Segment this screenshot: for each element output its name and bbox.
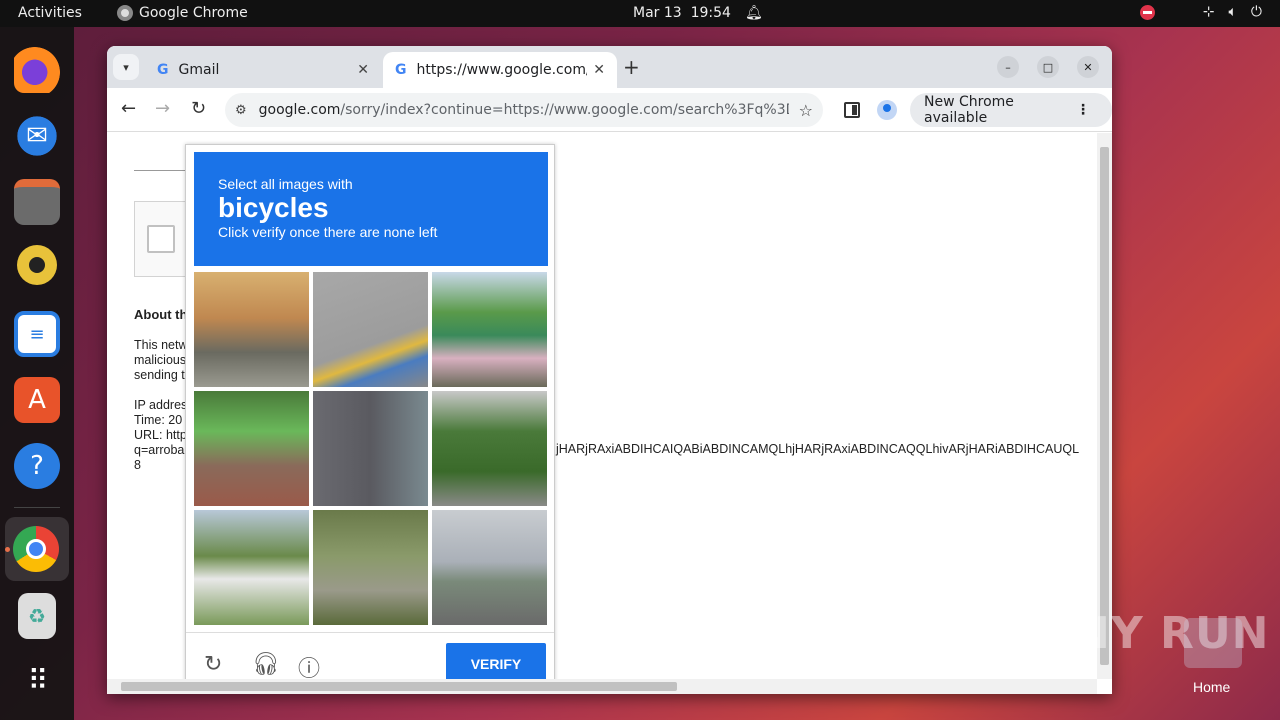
running-indicator (5, 547, 10, 552)
do-not-disturb-icon (1139, 4, 1155, 20)
writer-icon[interactable]: ≡ (14, 311, 60, 357)
tab-strip: ▾ G Gmail ✕ G https://www.google.com/sor… (107, 46, 1112, 88)
firefox-icon[interactable] (14, 47, 60, 93)
maximize-button[interactable]: □ (1037, 56, 1059, 78)
url-host: google.com (258, 102, 341, 118)
show-apps-icon[interactable]: ⠿ (14, 657, 60, 703)
home-folder-icon[interactable] (1184, 618, 1242, 668)
minimize-button[interactable]: – (997, 56, 1019, 78)
date: Mar 13 (633, 5, 682, 21)
app-menu[interactable]: Google Chrome (117, 5, 248, 21)
image-tile[interactable] (432, 272, 547, 387)
url-path: /sorry/index?continue=https://www.google… (340, 102, 789, 118)
forward-button[interactable]: → (155, 98, 170, 119)
toolbar: ← → ↻ ⚙ google.com/sorry/index?continue=… (107, 88, 1112, 132)
top-bar: Activities Google Chrome Mar 13 19:54 🔔︎… (0, 0, 1280, 27)
files-icon[interactable] (14, 179, 60, 225)
image-tile[interactable] (313, 510, 428, 625)
image-grid (194, 272, 548, 626)
site-info-icon[interactable]: ⚙ (235, 103, 247, 118)
chrome-window: ▾ G Gmail ✕ G https://www.google.com/sor… (107, 46, 1112, 694)
recaptcha-challenge: Select all images with bicycles Click ve… (185, 144, 555, 685)
app-center-icon[interactable]: A (14, 377, 60, 423)
close-icon[interactable]: ✕ (357, 62, 369, 78)
google-favicon-icon: G (395, 62, 407, 78)
reload-button[interactable]: ↻ (191, 98, 206, 119)
dock: ✉ ≡ A ? ♻ ⠿ (0, 27, 74, 720)
vertical-scrollbar[interactable] (1097, 133, 1112, 679)
challenge-footer: ↻ 🎧︎ ⓘ VERIFY (186, 632, 554, 685)
tab-gmail[interactable]: G Gmail ✕ (145, 52, 381, 88)
address-bar[interactable]: ⚙ google.com/sorry/index?continue=https:… (225, 93, 823, 127)
system-tray[interactable]: ⊹ 🔈︎ ⏻ (1139, 4, 1262, 20)
trash-icon[interactable]: ♻ (18, 593, 56, 639)
reload-challenge-icon[interactable]: ↻ (204, 651, 222, 677)
image-tile[interactable] (313, 272, 428, 387)
power-icon: ⏻ (1250, 4, 1262, 20)
page-content: About th This netw malicious sending t I… (107, 133, 1097, 685)
close-icon[interactable]: ✕ (593, 62, 605, 78)
image-tile[interactable] (194, 272, 309, 387)
home-label: Home (1193, 679, 1231, 695)
audio-challenge-icon[interactable]: 🎧︎ (252, 651, 280, 677)
tab-search-button[interactable]: ▾ (113, 54, 139, 80)
image-tile[interactable] (313, 391, 428, 506)
long-url-text: jHARjRAxiABDIHCAIQABiABDINCAMQLhjHARjRAx… (556, 442, 1080, 456)
app-name: Google Chrome (139, 5, 248, 21)
image-tile[interactable] (194, 510, 309, 625)
rhythmbox-icon[interactable] (17, 245, 57, 285)
time: 19:54 (690, 5, 731, 21)
volume-icon: 🔈︎ (1228, 4, 1237, 20)
image-tile[interactable] (432, 391, 547, 506)
recaptcha-checkbox[interactable] (147, 225, 175, 253)
image-tile[interactable] (194, 391, 309, 506)
help-icon[interactable]: ? (14, 443, 60, 489)
chrome-icon[interactable] (13, 526, 59, 572)
google-favicon-icon: G (157, 62, 169, 78)
network-icon: ⊹ (1202, 4, 1215, 20)
image-tile[interactable] (432, 510, 547, 625)
thunderbird-icon[interactable]: ✉ (14, 113, 60, 159)
bookmark-star-icon[interactable]: ☆ (799, 101, 813, 120)
back-button[interactable]: ← (121, 98, 136, 119)
about-heading: About th (134, 307, 188, 322)
profile-avatar[interactable] (877, 100, 897, 120)
challenge-target: bicycles (218, 192, 329, 223)
activities-button[interactable]: Activities (18, 5, 82, 21)
new-tab-button[interactable]: + (623, 55, 640, 79)
tab-google-sorry[interactable]: G https://www.google.com/sorry ✕ (383, 52, 617, 88)
chrome-icon (117, 5, 133, 21)
notification-bell-icon: 🔔︎ (744, 5, 763, 21)
side-panel-icon[interactable] (844, 102, 860, 118)
horizontal-scrollbar[interactable] (107, 679, 1097, 694)
close-window-button[interactable]: ✕ (1077, 56, 1099, 78)
update-chrome-button[interactable]: New Chrome available ⋮ (910, 93, 1112, 127)
challenge-header: Select all images with bicycles Click ve… (194, 152, 548, 266)
menu-kebab-icon[interactable]: ⋮ (1076, 102, 1090, 118)
clock[interactable]: Mar 13 19:54 🔔︎ (633, 5, 763, 21)
